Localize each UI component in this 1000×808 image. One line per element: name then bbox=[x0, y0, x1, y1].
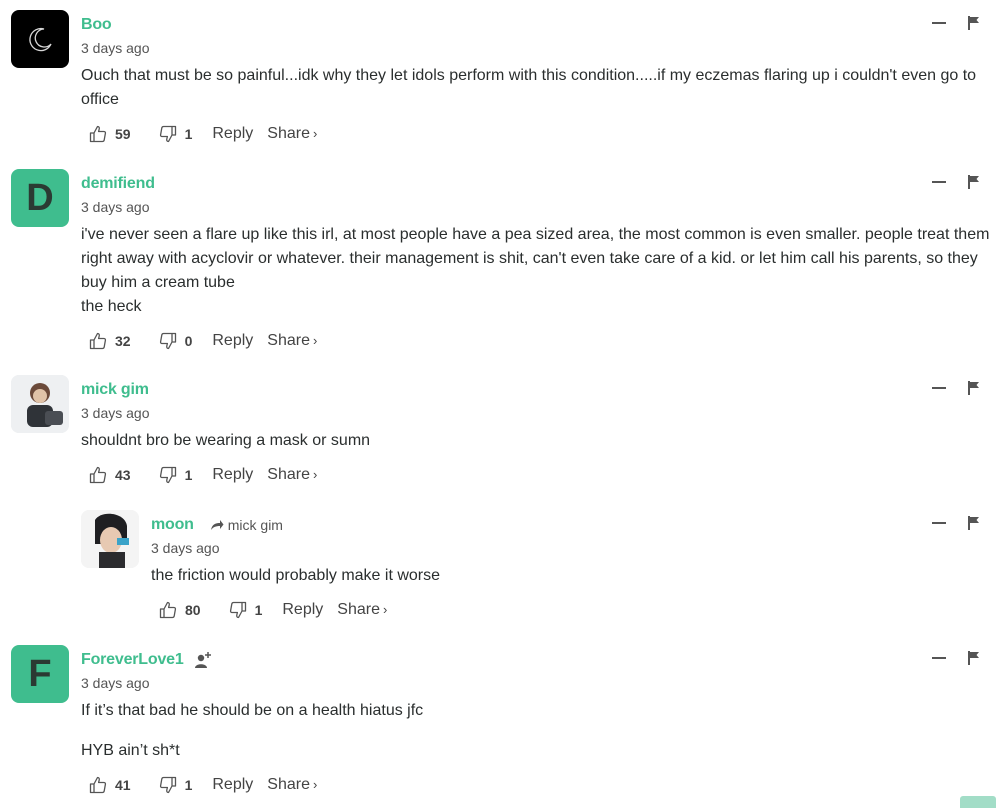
upvote-count: 80 bbox=[185, 602, 201, 618]
thumbs-up-icon bbox=[159, 601, 177, 619]
upvote-count: 43 bbox=[115, 467, 131, 483]
follow-user-icon[interactable] bbox=[194, 651, 212, 669]
reply-button[interactable]: Reply bbox=[212, 332, 253, 350]
author-name[interactable]: moon bbox=[151, 516, 194, 534]
reply-button[interactable]: Reply bbox=[282, 601, 323, 619]
downvote-count: 1 bbox=[254, 602, 263, 618]
downvote-count: 0 bbox=[184, 333, 193, 349]
reply-button[interactable]: Reply bbox=[212, 125, 253, 143]
scroll-to-top-button[interactable] bbox=[960, 796, 996, 808]
comment-actions: 41 1 Reply Share › bbox=[81, 773, 990, 797]
upvote-button[interactable]: 41 bbox=[81, 776, 131, 794]
thumbs-up-icon bbox=[89, 125, 107, 143]
thumbs-down-icon bbox=[159, 466, 176, 484]
upvote-button[interactable]: 59 bbox=[81, 125, 131, 143]
upvote-count: 32 bbox=[115, 333, 131, 349]
timestamp[interactable]: 3 days ago bbox=[81, 675, 990, 693]
comment-actions: 59 1 Reply Share › bbox=[81, 122, 990, 146]
comment-actions: 43 1 Reply Share › bbox=[81, 463, 990, 487]
chevron-right-icon: › bbox=[312, 777, 318, 792]
downvote-button[interactable]: 1 bbox=[151, 776, 193, 794]
comment: Boo 3 days ago Ouch that must be so pain… bbox=[0, 10, 1000, 150]
thumbs-down-icon bbox=[159, 776, 176, 794]
avatar[interactable]: F bbox=[11, 645, 69, 703]
downvote-count: 1 bbox=[184, 467, 193, 483]
comment-text: If it’s that bad he should be on a healt… bbox=[81, 702, 424, 759]
profile-photo-icon bbox=[81, 510, 139, 568]
share-button[interactable]: Share › bbox=[267, 776, 317, 794]
comment-actions: 80 1 Reply Share › bbox=[151, 598, 990, 622]
thumbs-up-icon bbox=[89, 332, 107, 350]
share-button[interactable]: Share › bbox=[267, 466, 317, 484]
thumbs-down-icon bbox=[159, 332, 176, 350]
upvote-button[interactable]: 32 bbox=[81, 332, 131, 350]
comment: F ForeverLove1 3 days ago If it’s that b… bbox=[0, 645, 1000, 805]
timestamp[interactable]: 3 days ago bbox=[81, 40, 990, 58]
profile-photo-icon bbox=[11, 375, 69, 433]
thumbs-up-icon bbox=[89, 776, 107, 794]
author-name[interactable]: Boo bbox=[81, 16, 112, 34]
downvote-count: 1 bbox=[184, 777, 193, 793]
comment-text: Ouch that must be so painful...idk why t… bbox=[81, 67, 977, 108]
author-name[interactable]: ForeverLove1 bbox=[81, 651, 184, 669]
reply-button[interactable]: Reply bbox=[212, 466, 253, 484]
downvote-button[interactable]: 1 bbox=[151, 466, 193, 484]
thumbs-down-icon bbox=[159, 125, 176, 143]
timestamp[interactable]: 3 days ago bbox=[81, 405, 990, 423]
avatar[interactable] bbox=[11, 375, 69, 433]
comment: mick gim 3 days ago shouldnt bro be wear… bbox=[0, 375, 1000, 495]
avatar[interactable] bbox=[11, 10, 69, 68]
reply-to-link[interactable]: mick gim bbox=[210, 517, 283, 533]
comment: D demifiend 3 days ago i've never seen a… bbox=[0, 169, 1000, 359]
reply-button[interactable]: Reply bbox=[212, 776, 253, 794]
upvote-button[interactable]: 80 bbox=[151, 601, 201, 619]
timestamp[interactable]: 3 days ago bbox=[151, 540, 990, 558]
upvote-count: 59 bbox=[115, 126, 131, 142]
author-name[interactable]: mick gim bbox=[81, 381, 149, 399]
comment-text: shouldnt bro be wearing a mask or sumn bbox=[81, 432, 371, 449]
downvote-button[interactable]: 0 bbox=[151, 332, 193, 350]
downvote-button[interactable]: 1 bbox=[151, 125, 193, 143]
chevron-right-icon: › bbox=[312, 126, 318, 141]
comment-text: i've never seen a flare up like this irl… bbox=[81, 226, 990, 315]
timestamp[interactable]: 3 days ago bbox=[81, 199, 990, 217]
thumbs-up-icon bbox=[89, 466, 107, 484]
share-button[interactable]: Share › bbox=[337, 601, 387, 619]
avatar[interactable]: D bbox=[11, 169, 69, 227]
thumbs-down-icon bbox=[229, 601, 246, 619]
downvote-button[interactable]: 1 bbox=[221, 601, 263, 619]
comment-reply: moon mick gim 3 days ago the friction wo… bbox=[0, 510, 1000, 630]
upvote-button[interactable]: 43 bbox=[81, 466, 131, 484]
moon-icon bbox=[29, 27, 52, 52]
reply-arrow-icon bbox=[210, 520, 224, 530]
chevron-right-icon: › bbox=[312, 467, 318, 482]
comment-actions: 32 0 Reply Share › bbox=[81, 329, 990, 353]
chevron-right-icon: › bbox=[312, 333, 318, 348]
downvote-count: 1 bbox=[184, 126, 193, 142]
comment-text: the friction would probably make it wors… bbox=[151, 567, 441, 584]
share-button[interactable]: Share › bbox=[267, 332, 317, 350]
share-button[interactable]: Share › bbox=[267, 125, 317, 143]
upvote-count: 41 bbox=[115, 777, 131, 793]
avatar[interactable] bbox=[81, 510, 139, 568]
chevron-right-icon: › bbox=[382, 602, 388, 617]
author-name[interactable]: demifiend bbox=[81, 175, 155, 193]
